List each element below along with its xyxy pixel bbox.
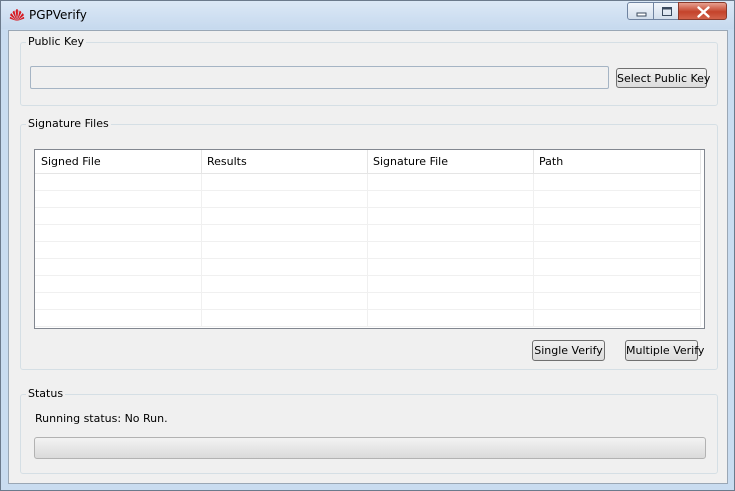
status-group-label: Status xyxy=(26,387,66,401)
minimize-icon xyxy=(636,12,647,17)
table-row[interactable] xyxy=(35,242,701,259)
column-header-results[interactable]: Results xyxy=(201,150,368,173)
signature-files-group-label: Signature Files xyxy=(26,117,111,131)
app-window: PGPVerify Public Key Select Public Key S… xyxy=(0,0,735,491)
huawei-logo-icon xyxy=(9,9,25,21)
maximize-button[interactable] xyxy=(653,2,679,20)
client-area: Public Key Select Public Key Signature F… xyxy=(8,30,728,484)
maximize-icon xyxy=(662,7,672,16)
column-header-signature-file[interactable]: Signature File xyxy=(367,150,534,173)
select-public-key-button[interactable]: Select Public Key xyxy=(616,68,710,88)
table-row[interactable] xyxy=(35,293,701,310)
table-row[interactable] xyxy=(35,174,701,191)
table-row[interactable] xyxy=(35,259,701,276)
signature-files-table[interactable]: Signed File Results Signature File Path xyxy=(34,149,705,329)
status-group: Status Running status: No Run. xyxy=(20,387,718,474)
window-controls xyxy=(627,2,727,20)
status-progress-bar xyxy=(34,437,706,459)
signature-files-group: Signature Files Signed File Results Sign… xyxy=(20,117,718,370)
table-header: Signed File Results Signature File Path xyxy=(35,150,701,174)
table-row[interactable] xyxy=(35,276,701,293)
single-verify-button[interactable]: Single Verify xyxy=(532,340,605,361)
running-status-text: Running status: No Run. xyxy=(35,412,168,425)
column-header-signed-file[interactable]: Signed File xyxy=(35,150,202,173)
multiple-verify-button[interactable]: Multiple Verify xyxy=(625,340,704,361)
public-key-path-field[interactable] xyxy=(30,66,609,89)
close-icon xyxy=(697,6,710,18)
column-header-path[interactable]: Path xyxy=(533,150,701,173)
table-row[interactable] xyxy=(35,310,701,327)
close-button[interactable] xyxy=(678,2,727,20)
minimize-button[interactable] xyxy=(627,2,654,20)
public-key-group-label: Public Key xyxy=(26,35,86,49)
window-title: PGPVerify xyxy=(29,8,87,22)
title-bar[interactable]: PGPVerify xyxy=(1,1,734,29)
table-row[interactable] xyxy=(35,191,701,208)
table-row[interactable] xyxy=(35,225,701,242)
table-row[interactable] xyxy=(35,208,701,225)
public-key-group: Public Key Select Public Key xyxy=(20,35,718,106)
